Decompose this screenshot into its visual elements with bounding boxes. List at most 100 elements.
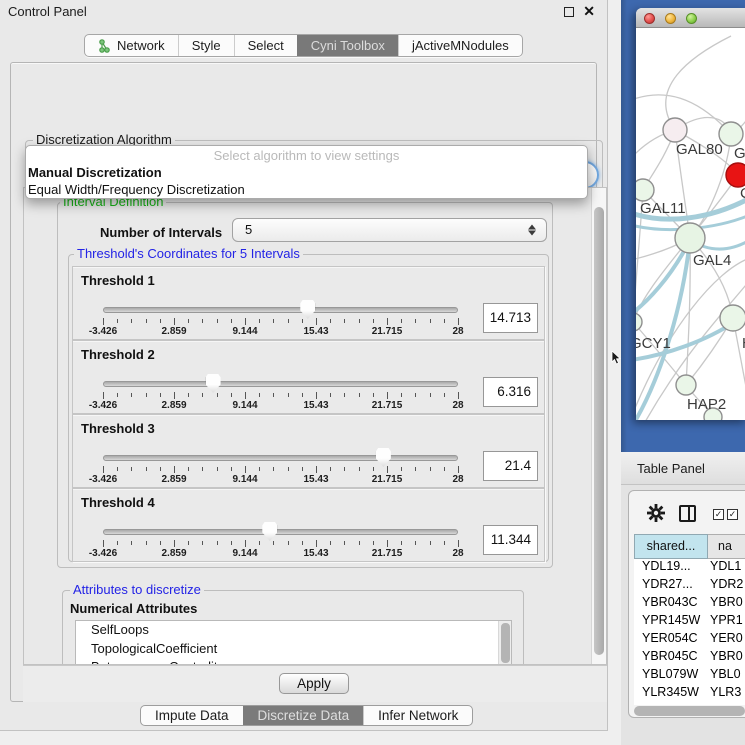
tick-label: 28 [428, 548, 488, 559]
tab-label: Select [248, 38, 284, 53]
tab-label: Network [117, 38, 165, 53]
number-of-intervals-spinner[interactable]: 5 [232, 218, 547, 242]
tick-label: 28 [428, 400, 488, 411]
threshold-slider-track[interactable] [103, 529, 458, 535]
table-row[interactable]: YDL19...YDL1 [634, 559, 745, 577]
label-hap2: HAP2 [687, 396, 726, 413]
tab-style[interactable]: Style [178, 35, 234, 56]
table-row[interactable]: YPR145WYPR1 [634, 613, 745, 631]
tick-label: 15.43 [286, 474, 346, 485]
cell-shared-name: YLR345W [634, 685, 710, 699]
tab-label: Cyni Toolbox [311, 38, 385, 53]
table-row[interactable]: YBR043CYBR0 [634, 595, 745, 613]
threshold-label: Threshold 1 [81, 273, 155, 288]
tick-label: 2.859 [144, 474, 204, 485]
tab-network[interactable]: Network [85, 35, 178, 56]
network-view-window: GAL80 GA GAL11 C GAL4 GCY1 H HAP2 [636, 8, 745, 420]
threshold-value-field[interactable]: 21.4 [483, 451, 538, 481]
slider-ticks [103, 391, 459, 399]
tab-discretize-data[interactable]: Discretize Data [243, 706, 364, 725]
attribute-list-item[interactable]: SelfLoops [76, 621, 511, 640]
table-row[interactable]: YER054CYER0 [634, 631, 745, 649]
threshold-slider-track[interactable] [103, 307, 458, 313]
network-canvas[interactable]: GAL80 GA GAL11 C GAL4 GCY1 H HAP2 [636, 28, 745, 420]
table-horizontal-scrollbar[interactable] [634, 706, 745, 716]
threshold-slider-track[interactable] [103, 381, 458, 387]
table-row[interactable]: YBL079WYBL0 [634, 667, 745, 685]
tick-label: 28 [428, 326, 488, 337]
slider-ticks [103, 317, 459, 325]
threshold-value-field[interactable]: 14.713 [483, 303, 538, 333]
label-gal4: GAL4 [693, 252, 731, 269]
cell-name: YIL0 [710, 703, 736, 705]
node-h-partial[interactable] [720, 305, 745, 331]
dropdown-placeholder-item[interactable]: Select algorithm to view settings [26, 146, 587, 164]
threshold-label: Threshold 4 [81, 495, 155, 510]
dropdown-item-equal-width[interactable]: Equal Width/Frequency Discretization [26, 181, 587, 198]
attributes-list-scrollbar[interactable] [498, 621, 511, 665]
table-row[interactable]: YIL052CYIL0 [634, 703, 745, 705]
numerical-attributes-list[interactable]: SelfLoopsTopologicalCoefficientBetweenne… [75, 620, 512, 665]
threshold-label: Threshold 2 [81, 347, 155, 362]
checkbox-icon-1[interactable]: ✓ [713, 509, 724, 520]
attribute-list-item[interactable]: BetweennessCentrality [76, 658, 511, 665]
column-layout-icon[interactable] [679, 505, 696, 522]
threshold-value-field[interactable]: 6.316 [483, 377, 538, 407]
threshold-slider-track[interactable] [103, 455, 458, 461]
column-header-shared-name[interactable]: shared... [634, 534, 708, 559]
apply-button[interactable]: Apply [279, 673, 349, 694]
attribute-list-item[interactable]: TopologicalCoefficient [76, 640, 511, 659]
algorithm-dropdown-popup: Select algorithm to view settings Manual… [25, 145, 588, 199]
table-row[interactable]: YBR045CYBR0 [634, 649, 745, 667]
cell-shared-name: YBL079W [634, 667, 710, 681]
tick-label: 15.43 [286, 548, 346, 559]
label-gal80: GAL80 [676, 141, 723, 158]
node-hap2[interactable] [676, 375, 696, 395]
minimize-traffic-light-icon[interactable] [665, 13, 676, 24]
label-partial-ga: GA [734, 145, 745, 162]
tab-cyni-toolbox[interactable]: Cyni Toolbox [297, 35, 398, 56]
cell-shared-name: YDR27... [634, 577, 710, 591]
dropdown-item-manual[interactable]: Manual Discretization [26, 164, 587, 181]
cell-shared-name: YIL052C [634, 703, 710, 705]
table-panel-inner: ✓ ✓ shared... na YDL19...YDL1YDR27...YDR… [628, 490, 745, 718]
cell-name: YBR0 [710, 595, 743, 609]
table-panel-titlebar: Table Panel [621, 452, 745, 485]
node-table[interactable]: YDL19...YDL1YDR27...YDR2YBR043CYBR0YPR14… [634, 559, 745, 705]
column-header-name[interactable]: na [708, 534, 745, 559]
close-icon[interactable]: ✕ [583, 3, 595, 20]
table-panel-body: ✓ ✓ shared... na YDL19...YDL1YDR27...YDR… [621, 485, 745, 745]
tick-label: 9.144 [215, 474, 275, 485]
node-highlighted-red[interactable] [726, 163, 745, 187]
apply-bar: Apply [23, 665, 607, 702]
settings-vertical-scrollbar[interactable] [591, 188, 606, 664]
network-window-titlebar[interactable] [636, 8, 745, 28]
cell-name: YPR1 [710, 613, 743, 627]
node-gal80[interactable] [663, 118, 687, 142]
tab-jactivemnodules[interactable]: jActiveMNodules [398, 35, 522, 56]
tab-infer-network[interactable]: Infer Network [363, 706, 472, 725]
tick-label: 21.715 [357, 326, 417, 337]
node-gal4[interactable] [675, 223, 705, 253]
tab-select[interactable]: Select [234, 35, 297, 56]
spinner-arrows-icon[interactable] [528, 225, 536, 236]
cell-name: YDL1 [710, 559, 741, 573]
float-window-icon[interactable] [564, 7, 574, 17]
tab-impute-data[interactable]: Impute Data [141, 706, 243, 725]
tick-label: 9.144 [215, 400, 275, 411]
zoom-traffic-light-icon[interactable] [686, 13, 697, 24]
node-gcy1[interactable] [636, 313, 642, 331]
table-row[interactable]: YLR345WYLR3 [634, 685, 745, 703]
tick-label: 15.43 [286, 400, 346, 411]
threshold-panel-1: Threshold 1-3.4262.8599.14415.4321.71528… [72, 266, 545, 340]
node-gal11[interactable] [636, 179, 654, 201]
tick-label: 21.715 [357, 548, 417, 559]
close-traffic-light-icon[interactable] [644, 13, 655, 24]
checkbox-icon-2[interactable]: ✓ [727, 509, 738, 520]
table-row[interactable]: YDR27...YDR2 [634, 577, 745, 595]
gear-icon[interactable] [647, 504, 665, 522]
thresholds-title: Threshold's Coordinates for 5 Intervals [74, 246, 303, 261]
threshold-value-field[interactable]: 11.344 [483, 525, 538, 555]
cell-shared-name: YPR145W [634, 613, 710, 627]
cyni-bottom-tabs: Impute DataDiscretize DataInfer Network [140, 705, 473, 726]
